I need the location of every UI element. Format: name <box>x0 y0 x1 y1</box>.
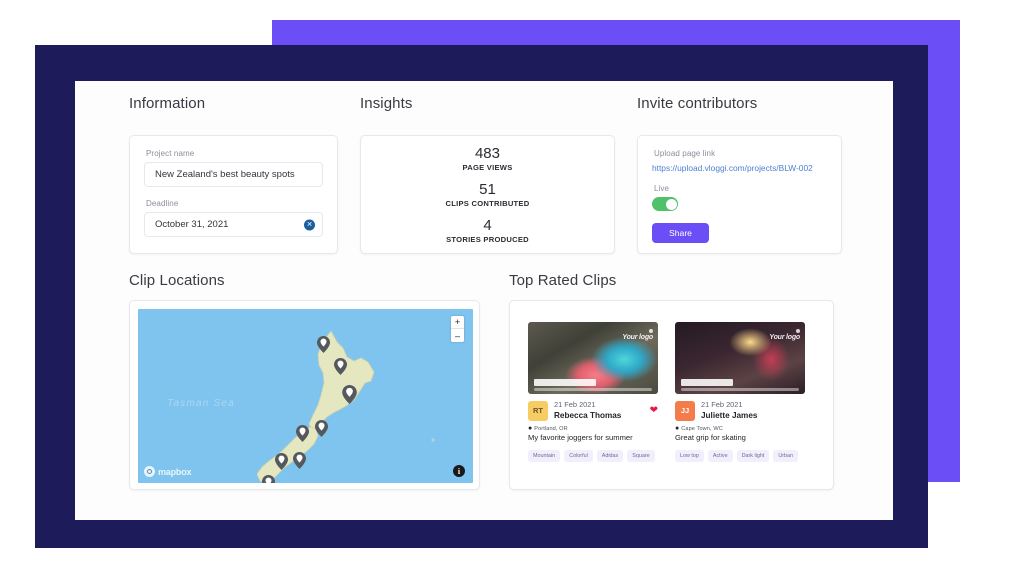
clip-location: Portland, OR <box>534 425 568 432</box>
clip-tags: Low top Active Dark light Urban <box>675 449 805 462</box>
avatar: JJ <box>675 400 695 421</box>
clear-deadline-icon[interactable]: ✕ <box>304 219 315 230</box>
clip-tag[interactable]: Dark light <box>736 449 770 462</box>
clip-card[interactable]: Your logo JJ 21 Feb 2021 Juliette James … <box>675 322 805 462</box>
deadline-field[interactable]: October 31, 2021 ✕ <box>144 212 323 237</box>
watermark-text: Your logo <box>622 334 653 341</box>
clip-locations-panel: Tasman Sea + – mapbox i <box>129 300 480 490</box>
map-pin[interactable] <box>334 358 347 375</box>
clip-location-row: ● Cape Town, WC <box>675 425 805 432</box>
clip-date: 21 Feb 2021 <box>701 400 743 409</box>
stat-caption: STORIES PRODUCED <box>446 235 529 245</box>
stat-caption: PAGE VIEWS <box>462 162 513 172</box>
zoom-in-button[interactable]: + <box>451 316 464 329</box>
avatar: RT <box>528 400 548 421</box>
map-pin[interactable] <box>315 420 328 437</box>
upload-page-link[interactable]: https://upload.vloggi.com/projects/BLW-0… <box>652 163 827 173</box>
clip-thumbnail[interactable]: Your logo <box>675 322 805 394</box>
clip-thumbnail[interactable]: Your logo <box>528 322 658 394</box>
clip-progress-track[interactable] <box>681 388 799 391</box>
clip-tag[interactable]: Colorful <box>564 449 593 462</box>
clip-description: Great grip for skating <box>675 433 746 443</box>
clip-locations-section-title: Clip Locations <box>129 272 225 289</box>
clip-progress-track[interactable] <box>534 388 652 391</box>
project-name-label: Project name <box>146 149 195 158</box>
location-pin-icon: ● <box>675 425 680 433</box>
map-info-icon[interactable]: i <box>453 465 465 477</box>
watermark-dot-icon <box>649 329 653 333</box>
map-pin[interactable] <box>296 425 309 442</box>
project-name-value: New Zealand's best beauty spots <box>155 169 295 180</box>
project-name-field[interactable]: New Zealand's best beauty spots <box>144 162 323 187</box>
information-panel: Project name New Zealand's best beauty s… <box>129 135 338 254</box>
clip-tag[interactable]: Mountain <box>528 449 561 462</box>
like-heart-icon[interactable]: ❤ <box>650 405 658 416</box>
upload-link-label: Upload page link <box>654 149 716 158</box>
clip-location-row: ● Portland, OR <box>528 425 658 432</box>
location-pin-icon: ● <box>528 425 533 433</box>
clip-watermark: Your logo <box>769 329 800 341</box>
watermark-text: Your logo <box>769 334 800 341</box>
map-pin[interactable] <box>275 453 288 470</box>
map-pin[interactable] <box>262 475 275 483</box>
dashboard-surface: Information Insights Invite contributors… <box>75 81 893 520</box>
invite-section-title: Invite contributors <box>637 95 758 112</box>
stat-value: 51 <box>479 180 496 198</box>
mapbox-logo-icon <box>144 466 155 477</box>
screenshot-root: Information Insights Invite contributors… <box>0 0 1024 576</box>
stat-page-views: 483 PAGE VIEWS <box>462 145 512 172</box>
insights-section-title: Insights <box>360 95 413 112</box>
tasman-sea-label: Tasman Sea <box>167 398 235 409</box>
invite-panel: Upload page link https://upload.vloggi.c… <box>637 135 842 254</box>
top-rated-clips-panel: Your logo RT 21 Feb 2021 Rebecca Thomas … <box>509 300 834 490</box>
stat-value: 483 <box>474 144 500 162</box>
live-toggle-knob <box>665 198 677 210</box>
mapbox-logo-text: mapbox <box>158 466 192 477</box>
stat-clips-contributed: 51 CLIPS CONTRIBUTED <box>446 181 530 208</box>
stat-stories-produced: 4 STORIES PRODUCED <box>446 217 529 244</box>
clip-description: My favorite joggers for summer <box>528 433 633 443</box>
zoom-out-button[interactable]: – <box>451 329 464 342</box>
clip-progress-bar <box>534 379 596 386</box>
clip-progress-bar <box>681 379 733 386</box>
clip-date: 21 Feb 2021 <box>554 400 596 409</box>
live-label: Live <box>654 184 670 193</box>
mapbox-attribution[interactable]: mapbox <box>144 466 192 477</box>
top-rated-section-title: Top Rated Clips <box>509 272 617 289</box>
deadline-label: Deadline <box>146 199 179 208</box>
watermark-dot-icon <box>796 329 800 333</box>
clip-meta-row: JJ 21 Feb 2021 Juliette James <box>675 400 805 421</box>
live-toggle[interactable] <box>652 197 678 211</box>
clip-tag[interactable]: Low top <box>675 449 704 462</box>
clip-tags: Mountain Colorful Adidas Square <box>528 449 658 462</box>
clip-card[interactable]: Your logo RT 21 Feb 2021 Rebecca Thomas … <box>528 322 658 462</box>
insights-panel: 483 PAGE VIEWS 51 CLIPS CONTRIBUTED 4 ST… <box>360 135 615 254</box>
map-canvas[interactable]: Tasman Sea + – mapbox i <box>138 309 473 483</box>
stat-value: 4 <box>483 217 492 235</box>
clip-tag[interactable]: Square <box>627 449 655 462</box>
stat-caption: CLIPS CONTRIBUTED <box>445 199 530 209</box>
clip-meta-row: RT 21 Feb 2021 Rebecca Thomas ❤ <box>528 400 658 421</box>
map-pin[interactable] <box>293 452 306 469</box>
clip-tag[interactable]: Urban <box>773 449 799 462</box>
clip-watermark: Your logo <box>622 329 653 341</box>
deadline-value: October 31, 2021 <box>155 219 229 230</box>
clip-location: Cape Town, WC <box>681 425 723 432</box>
information-section-title: Information <box>129 95 206 112</box>
clip-author-name: Rebecca Thomas <box>554 410 622 420</box>
clip-tag[interactable]: Active <box>707 449 733 462</box>
map-zoom-controls[interactable]: + – <box>451 316 464 342</box>
clip-tag[interactable]: Adidas <box>596 449 624 462</box>
map-pin[interactable] <box>342 385 357 404</box>
share-button[interactable]: Share <box>652 223 709 243</box>
map-pin[interactable] <box>317 336 330 353</box>
clip-author-name: Juliette James <box>701 410 758 420</box>
